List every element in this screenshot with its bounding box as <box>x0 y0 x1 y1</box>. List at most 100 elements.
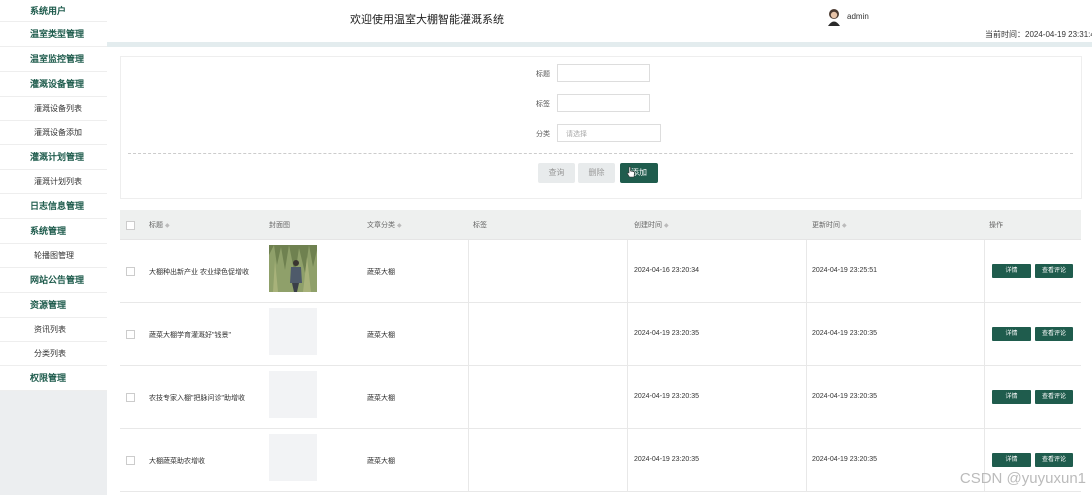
cell-divider <box>806 303 807 365</box>
cell-divider <box>984 303 985 365</box>
sidebar-item-announcements[interactable]: 网站公告管理 <box>0 268 107 293</box>
query-button[interactable]: 查询 <box>538 163 575 183</box>
view-comments-button[interactable]: 查看评论 <box>1035 264 1073 278</box>
row-created: 2024-04-19 23:20:35 <box>634 330 699 337</box>
cell-divider <box>468 303 469 365</box>
column-tags: 标签 <box>473 222 487 229</box>
sidebar-item-device-add[interactable]: 灌溉设备添加 <box>0 121 107 145</box>
row-title: 大棚蔬菜助农增收 <box>149 458 205 465</box>
form-divider <box>128 153 1073 154</box>
category-select[interactable]: 请选择 <box>557 124 661 142</box>
view-comments-button[interactable]: 查看评论 <box>1035 453 1073 467</box>
tags-field-label: 标签 <box>536 101 550 108</box>
sidebar-item-greenhouse-monitoring[interactable]: 温室监控管理 <box>0 47 107 72</box>
sidebar-menu: 系统用户 温室类型管理 温室监控管理 灌溉设备管理 灌溉设备列表 灌溉设备添加 … <box>0 0 107 391</box>
cell-divider <box>627 303 628 365</box>
row-created: 2024-04-16 23:20:34 <box>634 267 699 274</box>
view-comments-button[interactable]: 查看评论 <box>1035 327 1073 341</box>
sidebar-item-category-list[interactable]: 分类列表 <box>0 342 107 366</box>
sidebar-item-greenhouse-types[interactable]: 温室类型管理 <box>0 22 107 47</box>
row-updated: 2024-04-19 23:20:35 <box>812 330 877 337</box>
sidebar-item-plan-list[interactable]: 灌溉计划列表 <box>0 170 107 194</box>
category-field-label: 分类 <box>536 131 550 138</box>
sidebar-item-news-list[interactable]: 资讯列表 <box>0 318 107 342</box>
cover-image[interactable] <box>269 245 317 292</box>
delete-button[interactable]: 删除 <box>578 163 615 183</box>
row-updated: 2024-04-19 23:20:35 <box>812 393 877 400</box>
row-category: 蔬菜大棚 <box>367 395 395 402</box>
row-checkbox[interactable] <box>126 330 135 339</box>
cell-divider <box>468 429 469 491</box>
row-category: 蔬菜大棚 <box>367 458 395 465</box>
column-title[interactable]: 标题 ◆ <box>149 220 170 230</box>
title-field-label: 标题 <box>536 71 550 78</box>
row-checkbox[interactable] <box>126 267 135 276</box>
avatar[interactable] <box>826 8 842 26</box>
row-title: 农技专家入棚"把脉问诊"助增收 <box>149 395 245 402</box>
sidebar-item-carousel[interactable]: 轮播图管理 <box>0 244 107 268</box>
table-row[interactable]: 蔬菜大棚学育灌溉好"钱景" 蔬菜大棚 2024-04-19 23:20:35 2… <box>120 303 1081 366</box>
cell-divider <box>627 366 628 428</box>
row-category: 蔬菜大棚 <box>367 332 395 339</box>
main-content: 标题 标签 分类 请选择 查询 删除 添加 标题 ◆ 封面图 文章分类 ◆ 标签… <box>107 47 1092 495</box>
sidebar-item-resources[interactable]: 资源管理 <box>0 293 107 318</box>
sort-icon: ◆ <box>396 223 402 229</box>
row-title: 大棚种出新产业 农业绿色促增收 <box>149 269 249 276</box>
add-button[interactable]: 添加 <box>620 163 658 183</box>
sidebar-item-irrigation-plans[interactable]: 灌溉计划管理 <box>0 145 107 170</box>
cell-divider <box>627 429 628 491</box>
detail-button[interactable]: 详情 <box>992 390 1031 404</box>
table-row[interactable]: 农技专家入棚"把脉问诊"助增收 蔬菜大棚 2024-04-19 23:20:35… <box>120 366 1081 429</box>
cover-image-placeholder <box>269 434 317 481</box>
cover-image-placeholder <box>269 308 317 355</box>
sidebar: 系统用户 温室类型管理 温室监控管理 灌溉设备管理 灌溉设备列表 灌溉设备添加 … <box>0 0 107 495</box>
row-category: 蔬菜大棚 <box>367 269 395 276</box>
row-updated: 2024-04-19 23:25:51 <box>812 267 877 274</box>
sidebar-item-system-users[interactable]: 系统用户 <box>0 0 107 22</box>
cover-image-placeholder <box>269 371 317 418</box>
sort-icon: ◆ <box>663 223 669 229</box>
sidebar-item-logs[interactable]: 日志信息管理 <box>0 194 107 219</box>
articles-table: 标题 ◆ 封面图 文章分类 ◆ 标签 创建时间 ◆ 更新时间 ◆ 操作 大棚种出… <box>120 210 1081 492</box>
column-created[interactable]: 创建时间 ◆ <box>634 220 669 230</box>
title-input[interactable] <box>557 64 650 82</box>
cell-divider <box>627 240 628 302</box>
sidebar-item-system-management[interactable]: 系统管理 <box>0 219 107 244</box>
page-title: 欢迎使用温室大棚智能灌溉系统 <box>350 14 504 26</box>
sidebar-item-device-list[interactable]: 灌溉设备列表 <box>0 97 107 121</box>
view-comments-button[interactable]: 查看评论 <box>1035 390 1073 404</box>
column-category[interactable]: 文章分类 ◆ <box>367 220 402 230</box>
detail-button[interactable]: 详情 <box>992 327 1031 341</box>
cell-divider <box>806 429 807 491</box>
cell-divider <box>806 366 807 428</box>
sort-icon: ◆ <box>164 223 170 229</box>
header: 欢迎使用温室大棚智能灌溉系统 admin 当前时间：2024-04-19 23:… <box>107 0 1092 42</box>
table-row[interactable]: 大棚种出新产业 农业绿色促增收 蔬菜大棚 2024-04-16 23:20:34… <box>120 240 1081 303</box>
cell-divider <box>468 240 469 302</box>
row-created: 2024-04-19 23:20:35 <box>634 393 699 400</box>
cell-divider <box>984 240 985 302</box>
table-header: 标题 ◆ 封面图 文章分类 ◆ 标签 创建时间 ◆ 更新时间 ◆ 操作 <box>120 210 1081 240</box>
cell-divider <box>806 240 807 302</box>
tags-input[interactable] <box>557 94 650 112</box>
select-all-checkbox[interactable] <box>126 221 135 230</box>
username[interactable]: admin <box>847 12 869 21</box>
cell-divider <box>984 366 985 428</box>
row-checkbox[interactable] <box>126 456 135 465</box>
sidebar-item-permissions[interactable]: 权限管理 <box>0 366 107 391</box>
column-updated[interactable]: 更新时间 ◆ <box>812 220 847 230</box>
row-title: 蔬菜大棚学育灌溉好"钱景" <box>149 332 231 339</box>
row-updated: 2024-04-19 23:20:35 <box>812 456 877 463</box>
table-row[interactable]: 大棚蔬菜助农增收 蔬菜大棚 2024-04-19 23:20:35 2024-0… <box>120 429 1081 492</box>
detail-button[interactable]: 详情 <box>992 453 1031 467</box>
sort-icon: ◆ <box>841 223 847 229</box>
watermark: CSDN @yuyuxun1 <box>959 470 1086 487</box>
column-cover: 封面图 <box>269 222 290 229</box>
cell-divider <box>468 366 469 428</box>
detail-button[interactable]: 详情 <box>992 264 1031 278</box>
search-form: 标题 标签 分类 请选择 查询 删除 添加 <box>120 56 1082 199</box>
sidebar-item-irrigation-devices[interactable]: 灌溉设备管理 <box>0 72 107 97</box>
row-checkbox[interactable] <box>126 393 135 402</box>
current-time: 当前时间：2024-04-19 23:31:46 <box>985 30 1092 39</box>
column-actions: 操作 <box>989 222 1003 229</box>
